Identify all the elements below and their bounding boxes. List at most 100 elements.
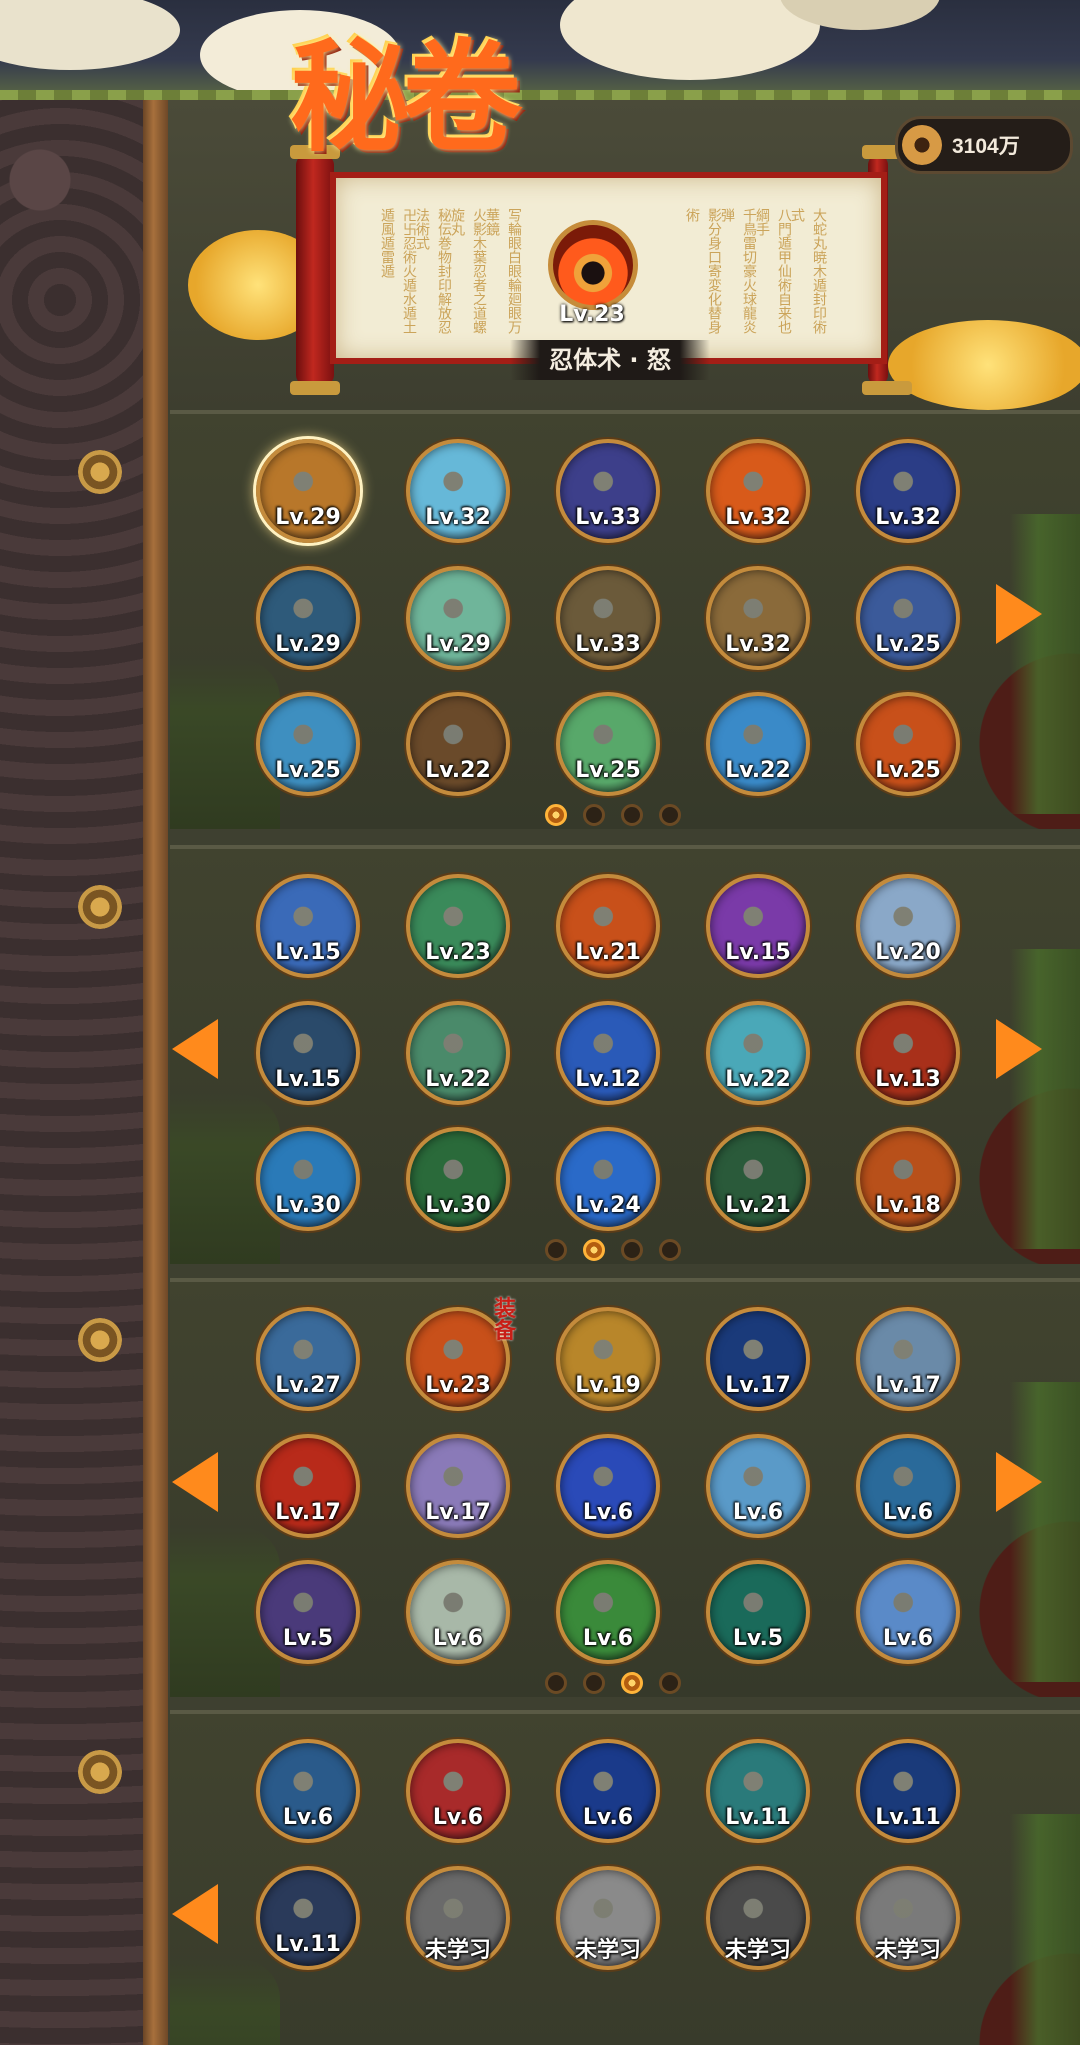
- skill-slot[interactable]: Lv.5: [256, 1560, 360, 1664]
- skill-slot[interactable]: Lv.15: [706, 874, 810, 978]
- skill-slot[interactable]: Lv.6: [856, 1560, 960, 1664]
- page-dot[interactable]: [583, 804, 605, 826]
- skill-slot[interactable]: Lv.33: [556, 566, 660, 670]
- skill-slot[interactable]: Lv.20: [856, 874, 960, 978]
- skill-slot[interactable]: Lv.17: [406, 1434, 510, 1538]
- skill-slot[interactable]: Lv.15: [256, 1001, 360, 1105]
- next-page-arrow-icon[interactable]: [996, 1452, 1042, 1512]
- page-dot[interactable]: [659, 804, 681, 826]
- skill-level: Lv.17: [275, 1500, 341, 1525]
- skill-slot[interactable]: 未学习: [706, 1866, 810, 1970]
- skill-section-3: Lv.27 Lv.23 装备 Lv.19 Lv.17 Lv.17 Lv.17 Lv.17 Lv.…: [170, 1278, 1080, 1697]
- page-dot[interactable]: [659, 1239, 681, 1261]
- skill-slot[interactable]: 未学习: [556, 1866, 660, 1970]
- scroll-rod-left: [290, 145, 340, 395]
- skill-slot[interactable]: Lv.6: [556, 1739, 660, 1843]
- page-dot[interactable]: [659, 1672, 681, 1694]
- page-dot[interactable]: [545, 804, 567, 826]
- skill-level: Lv.21: [725, 1193, 791, 1218]
- skill-level: Lv.17: [725, 1373, 791, 1398]
- skill-slot[interactable]: Lv.24: [556, 1127, 660, 1231]
- skill-slot[interactable]: Lv.27: [256, 1307, 360, 1411]
- featured-skill-name: 忍体术 · 怒: [510, 340, 710, 380]
- skill-level: Lv.27: [275, 1373, 341, 1398]
- skill-slot[interactable]: Lv.17: [256, 1434, 360, 1538]
- skill-slot[interactable]: Lv.23 装备: [406, 1299, 516, 1411]
- skill-slot[interactable]: Lv.32: [706, 439, 810, 543]
- skill-slot[interactable]: Lv.6: [256, 1739, 360, 1843]
- skill-level: Lv.6: [732, 1500, 784, 1525]
- skill-slot[interactable]: Lv.22: [706, 692, 810, 796]
- top-sky-banner: [0, 0, 1080, 100]
- skill-slot[interactable]: Lv.6: [706, 1434, 810, 1538]
- prev-page-arrow-icon[interactable]: [172, 1884, 218, 1944]
- skill-level: Lv.6: [582, 1805, 634, 1830]
- skill-level: 未学习: [724, 1938, 791, 1963]
- skill-slot[interactable]: Lv.17: [856, 1307, 960, 1411]
- skill-slot[interactable]: Lv.22: [406, 1001, 510, 1105]
- skill-slot[interactable]: Lv.29: [256, 566, 360, 670]
- skill-slot[interactable]: Lv.25: [856, 566, 960, 670]
- skill-level: Lv.29: [275, 632, 341, 657]
- skill-slot[interactable]: 未学习: [406, 1866, 510, 1970]
- skill-slot[interactable]: Lv.5: [706, 1560, 810, 1664]
- skill-slot[interactable]: Lv.11: [256, 1866, 360, 1970]
- skill-slot[interactable]: Lv.15: [256, 874, 360, 978]
- skill-slot[interactable]: Lv.11: [856, 1739, 960, 1843]
- skill-slot[interactable]: Lv.25: [256, 692, 360, 796]
- skill-slot[interactable]: Lv.32: [856, 439, 960, 543]
- skill-level: Lv.25: [575, 758, 641, 783]
- page-dot[interactable]: [621, 1672, 643, 1694]
- page-dot[interactable]: [621, 804, 643, 826]
- skill-slot[interactable]: 未学习: [856, 1866, 960, 1970]
- page-dot[interactable]: [545, 1239, 567, 1261]
- skill-slot[interactable]: Lv.6: [556, 1560, 660, 1664]
- skill-slot[interactable]: Lv.18: [856, 1127, 960, 1231]
- skill-slot[interactable]: Lv.23: [406, 874, 510, 978]
- skill-slot[interactable]: Lv.6: [556, 1434, 660, 1538]
- skill-slot[interactable]: Lv.25: [856, 692, 960, 796]
- next-page-arrow-icon[interactable]: [996, 584, 1042, 644]
- skill-slot[interactable]: Lv.22: [706, 1001, 810, 1105]
- prev-page-arrow-icon[interactable]: [172, 1019, 218, 1079]
- page-dot[interactable]: [545, 1672, 567, 1694]
- skill-slot[interactable]: Lv.21: [706, 1127, 810, 1231]
- wood-pillar: [143, 100, 169, 2045]
- skill-slot[interactable]: Lv.21: [556, 874, 660, 978]
- next-page-arrow-icon[interactable]: [996, 1019, 1042, 1079]
- skill-slot[interactable]: Lv.32: [406, 439, 510, 543]
- skill-level: Lv.22: [425, 1067, 491, 1092]
- skill-slot[interactable]: Lv.6: [406, 1739, 510, 1843]
- page-dot[interactable]: [583, 1239, 605, 1261]
- skill-level: Lv.20: [875, 940, 941, 965]
- skill-slot[interactable]: Lv.29: [256, 439, 360, 543]
- skill-level: Lv.15: [275, 940, 341, 965]
- skill-slot[interactable]: Lv.12: [556, 1001, 660, 1105]
- skill-level: Lv.6: [282, 1805, 334, 1830]
- skill-level: Lv.32: [425, 505, 491, 530]
- skill-slot[interactable]: Lv.29: [406, 566, 510, 670]
- page-dot[interactable]: [583, 1672, 605, 1694]
- skill-slot[interactable]: Lv.6: [856, 1434, 960, 1538]
- skill-slot[interactable]: Lv.17: [706, 1307, 810, 1411]
- prev-page-arrow-icon[interactable]: [172, 1452, 218, 1512]
- skill-level: Lv.6: [432, 1626, 484, 1651]
- skill-slot[interactable]: Lv.30: [406, 1127, 510, 1231]
- page-dot[interactable]: [621, 1239, 643, 1261]
- coin-amount: 3104万: [952, 135, 1020, 158]
- skill-slot[interactable]: Lv.19: [556, 1307, 660, 1411]
- skill-slot[interactable]: Lv.11: [706, 1739, 810, 1843]
- skill-slot[interactable]: Lv.22: [406, 692, 510, 796]
- secret-scroll-screen: 秘卷 3104万 卍卐忍術火遁水遁土遁風遁雷遁 秘伝巻物封印解放忍法術式 火影木…: [0, 0, 1080, 2045]
- skill-level: Lv.24: [575, 1193, 641, 1218]
- skill-slot[interactable]: Lv.25: [556, 692, 660, 796]
- pillar-knob: [78, 450, 122, 494]
- skill-slot[interactable]: Lv.6: [406, 1560, 510, 1664]
- skill-section-4: Lv.6 Lv.6 Lv.6 Lv.11 Lv.11 Lv.11 未学习 未学习 未学习 未学习: [170, 1710, 1080, 2045]
- featured-skill-icon[interactable]: [548, 220, 638, 310]
- skill-slot[interactable]: Lv.32: [706, 566, 810, 670]
- skill-slot[interactable]: Lv.30: [256, 1127, 360, 1231]
- skill-level: 未学习: [574, 1938, 641, 1963]
- skill-slot[interactable]: Lv.13: [856, 1001, 960, 1105]
- skill-slot[interactable]: Lv.33: [556, 439, 660, 543]
